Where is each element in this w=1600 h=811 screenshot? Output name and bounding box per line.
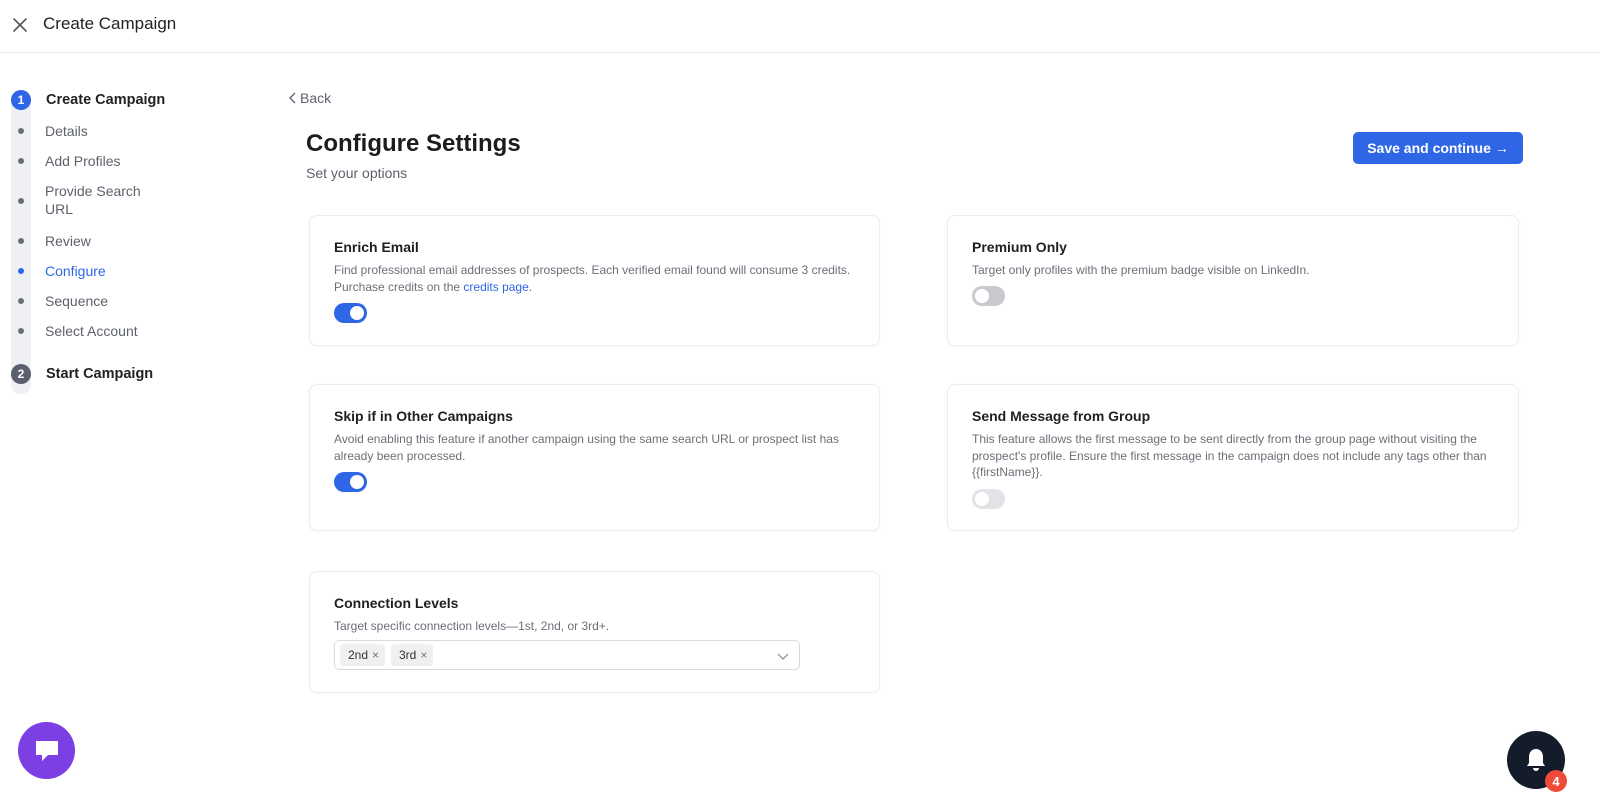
step-number-1: 1 xyxy=(11,90,31,110)
remove-chip-icon[interactable]: × xyxy=(420,648,427,662)
substep-sequence[interactable]: Sequence xyxy=(45,292,185,310)
back-label: Back xyxy=(300,90,332,106)
close-icon[interactable] xyxy=(10,15,30,35)
substep-dot xyxy=(18,328,24,334)
toggle-knob xyxy=(975,289,989,303)
premium-only-toggle[interactable] xyxy=(972,286,1005,306)
card-description: Avoid enabling this feature if another c… xyxy=(334,432,839,463)
substep-configure[interactable]: Configure xyxy=(45,262,185,280)
card-description: Find professional email addresses of pro… xyxy=(334,262,859,295)
bell-icon xyxy=(1527,749,1545,771)
card-description: This feature allows the first message to… xyxy=(972,432,1487,479)
chevron-left-icon xyxy=(289,92,296,104)
skip-other-campaigns-card: Skip if in Other Campaigns Avoid enablin… xyxy=(309,384,880,531)
page-subtitle: Set your options xyxy=(306,165,408,181)
substep-review[interactable]: Review xyxy=(45,232,185,250)
chat-icon xyxy=(35,740,58,761)
connection-levels-select[interactable]: 2nd × 3rd × xyxy=(334,640,800,670)
description-text: Find professional email addresses of pro… xyxy=(334,263,851,294)
enrich-email-card: Enrich Email Find professional email add… xyxy=(309,215,880,346)
substep-select-account[interactable]: Select Account xyxy=(45,322,185,340)
chevron-down-icon[interactable] xyxy=(777,650,789,662)
page-header-title: Create Campaign xyxy=(43,14,177,33)
remove-chip-icon[interactable]: × xyxy=(372,648,379,662)
toggle-knob xyxy=(975,492,989,506)
substep-dot xyxy=(18,128,24,134)
chat-button[interactable] xyxy=(18,722,75,779)
card-title: Send Message from Group xyxy=(972,408,1151,424)
card-title: Premium Only xyxy=(972,239,1067,255)
card-title: Enrich Email xyxy=(334,239,419,255)
card-title: Connection Levels xyxy=(334,595,459,611)
substep-dot xyxy=(18,298,24,304)
send-message-from-group-card: Send Message from Group This feature all… xyxy=(947,384,1519,531)
toggle-knob xyxy=(350,475,364,489)
page-title: Configure Settings xyxy=(306,130,521,157)
selected-chip: 2nd × xyxy=(340,644,386,666)
enrich-email-toggle[interactable] xyxy=(334,303,367,323)
substep-details[interactable]: Details xyxy=(45,122,185,140)
skip-other-campaigns-toggle[interactable] xyxy=(334,472,367,492)
toggle-knob xyxy=(350,306,364,320)
connection-levels-card: Connection Levels Target specific connec… xyxy=(309,571,880,693)
description-end: . xyxy=(528,279,533,294)
substep-dot xyxy=(18,238,24,244)
step-title-create-campaign[interactable]: Create Campaign xyxy=(46,92,165,108)
back-link[interactable]: Back xyxy=(288,90,331,106)
substep-provide-search-url[interactable]: Provide Search URL xyxy=(45,182,163,218)
selected-chip: 3rd × xyxy=(391,644,434,666)
top-bar: Create Campaign xyxy=(0,0,1600,53)
chip-label: 2nd xyxy=(348,648,369,662)
substep-dot-active xyxy=(18,268,24,274)
send-message-from-group-toggle[interactable] xyxy=(972,489,1005,509)
chip-label: 3rd xyxy=(399,648,417,662)
step-number-2: 2 xyxy=(11,364,31,384)
step-title-start-campaign[interactable]: Start Campaign xyxy=(46,366,153,382)
notification-count-badge: 4 xyxy=(1545,770,1567,792)
premium-only-card: Premium Only Target only profiles with t… xyxy=(947,215,1519,346)
card-description: Target specific connection levels—1st, 2… xyxy=(334,619,610,633)
save-and-continue-button[interactable]: Save and continue → xyxy=(1353,132,1523,164)
substep-add-profiles[interactable]: Add Profiles xyxy=(45,152,185,170)
credits-page-link[interactable]: credits page xyxy=(463,280,528,294)
substep-dot xyxy=(18,158,24,164)
card-title: Skip if in Other Campaigns xyxy=(334,408,513,424)
card-description: Target only profiles with the premium ba… xyxy=(972,263,1310,277)
substep-dot xyxy=(18,198,24,204)
